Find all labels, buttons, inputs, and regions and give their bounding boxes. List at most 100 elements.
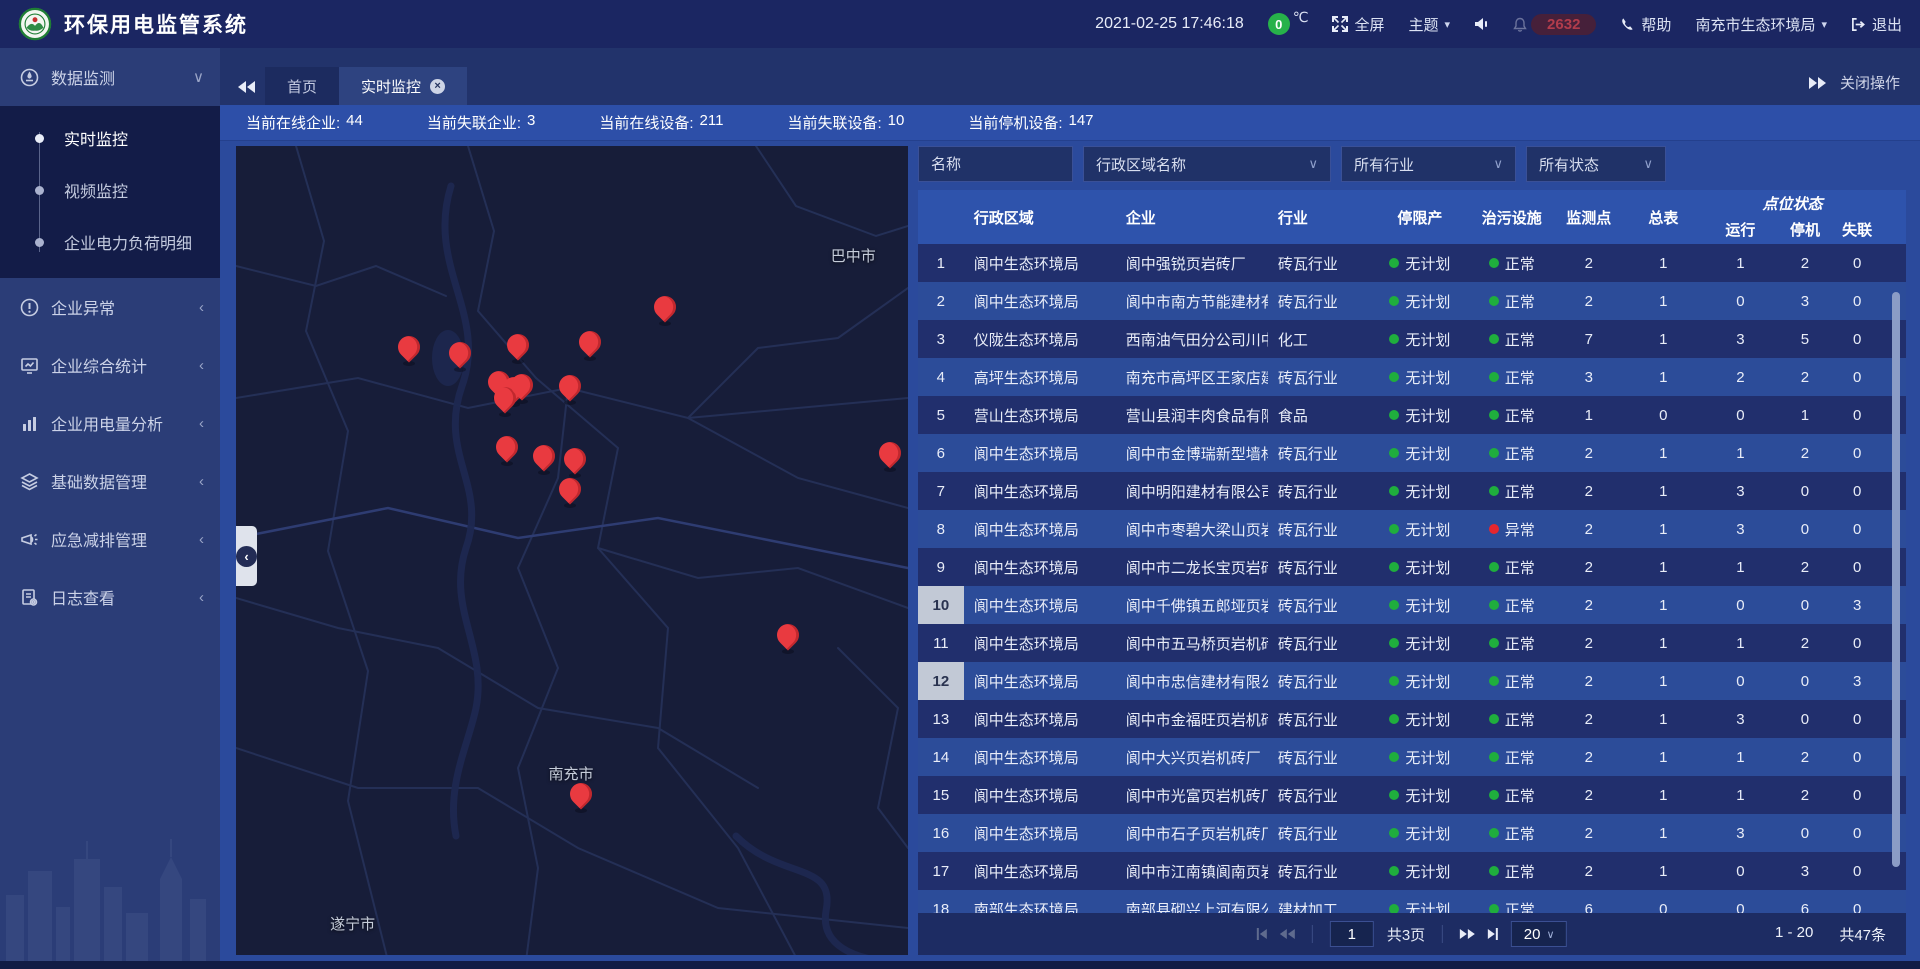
status-dot-icon [1389, 752, 1399, 762]
column-header-points: 监测点 [1554, 190, 1624, 244]
name-filter-input[interactable] [918, 146, 1073, 182]
cell-running: 1 [1703, 635, 1778, 652]
megaphone-icon [20, 530, 39, 549]
previous-page-button[interactable] [1280, 929, 1295, 939]
map-canvas[interactable]: 巴中市南充市遂宁市 ‹ [236, 146, 908, 955]
cell-total-meters: 0 [1624, 407, 1704, 424]
logout-button[interactable]: 退出 [1851, 14, 1902, 35]
cell-facility-status: 正常 [1470, 557, 1554, 578]
sidebar-item-label: 实时监控 [64, 126, 128, 150]
tabs-scroll-left-button[interactable] [238, 81, 255, 93]
notifications-badge[interactable]: 2632 [1513, 14, 1596, 35]
help-button[interactable]: 帮助 [1620, 14, 1671, 35]
fullscreen-button[interactable]: 全屏 [1332, 14, 1384, 35]
sidebar-item-data-monitoring[interactable]: 数据监测 ∨ [0, 48, 220, 106]
status-dot-icon [1489, 600, 1499, 610]
sidebar-item-company-abnormal[interactable]: 企业异常 ‹ [0, 278, 220, 336]
status-dot-icon [1489, 448, 1499, 458]
stat-label: 当前在线设备: [599, 112, 693, 133]
table-row[interactable]: 3仪陇生态环境局西南油气田分公司川中化工无计划正常71350 [918, 320, 1906, 358]
industry-filter-select[interactable]: 所有行业 ∨ [1341, 146, 1516, 182]
cell-company: 阆中市枣碧大梁山页岩 [1116, 519, 1268, 540]
cell-running: 3 [1703, 521, 1778, 538]
row-number: 4 [918, 358, 964, 396]
cell-industry: 砖瓦行业 [1268, 709, 1370, 730]
map-city-label: 遂宁市 [330, 913, 375, 934]
status-filter-select[interactable]: 所有状态 ∨ [1526, 146, 1666, 182]
page-size-select[interactable]: 20 ∨ [1511, 921, 1567, 947]
map-collapse-button[interactable]: ‹ [236, 526, 257, 586]
stat-offline-devices: 当前失联设备: 10 [787, 112, 904, 133]
table-scrollbar[interactable] [1892, 292, 1900, 867]
tabs-scroll-right-button[interactable] [1809, 77, 1826, 89]
map-city-label: 南充市 [548, 763, 593, 784]
cell-company: 营山县润丰肉食品有限 [1116, 405, 1268, 426]
cell-facility-status: 正常 [1470, 443, 1554, 464]
tab-home[interactable]: 首页 [265, 67, 339, 105]
sidebar-item-video-monitoring[interactable]: 视频监控 [0, 164, 220, 216]
cell-stopped: 2 [1778, 369, 1833, 386]
org-menu[interactable]: 南充市生态环境局 ▾ [1695, 14, 1827, 35]
log-document-icon [20, 588, 39, 607]
row-number: 16 [918, 814, 964, 852]
page-number-input[interactable]: 1 [1330, 921, 1374, 947]
table-row[interactable]: 16阆中生态环境局阆中市石子页岩机砖厂砖瓦行业无计划正常21300 [918, 814, 1906, 852]
table-row[interactable]: 15阆中生态环境局阆中市光富页岩机砖厂砖瓦行业无计划正常21120 [918, 776, 1906, 814]
table-row[interactable]: 11阆中生态环境局阆中市五马桥页岩机砖砖瓦行业无计划正常21120 [918, 624, 1906, 662]
cell-limit-status: 无计划 [1370, 443, 1469, 464]
sidebar-item-base-data[interactable]: 基础数据管理 ‹ [0, 452, 220, 510]
cell-disconnected: 0 [1832, 749, 1882, 766]
cell-company: 阆中市二龙长宝页岩砖 [1116, 557, 1268, 578]
table-row[interactable]: 17阆中生态环境局阆中市江南镇阆南页岩砖瓦行业无计划正常21030 [918, 852, 1906, 890]
table-row[interactable]: 12阆中生态环境局阆中市忠信建材有限公砖瓦行业无计划正常21003 [918, 662, 1906, 700]
table-row[interactable]: 14阆中生态环境局阆中大兴页岩机砖厂砖瓦行业无计划正常21120 [918, 738, 1906, 776]
last-page-button[interactable] [1488, 928, 1498, 940]
sidebar-item-label: 应急减排管理 [51, 527, 187, 551]
cell-monitor-points: 2 [1554, 749, 1624, 766]
table-row[interactable]: 1阆中生态环境局阆中强锐页岩砖厂砖瓦行业无计划正常21120 [918, 244, 1906, 282]
table-row[interactable]: 6阆中生态环境局阆中市金博瑞新型墙材砖瓦行业无计划正常21120 [918, 434, 1906, 472]
sidebar-item-emergency-reduction[interactable]: 应急减排管理 ‹ [0, 510, 220, 568]
top-header: 环保用电监管系统 2021-02-25 17:46:18 0 ℃ 全屏 主题 ▾ [0, 0, 1920, 48]
cell-limit-status: 无计划 [1370, 861, 1469, 882]
help-label: 帮助 [1641, 14, 1671, 35]
next-page-button[interactable] [1460, 929, 1475, 939]
status-dot-icon [1489, 334, 1499, 344]
stat-value: 211 [700, 112, 724, 133]
first-page-button[interactable] [1257, 928, 1267, 940]
cell-facility-status: 正常 [1470, 823, 1554, 844]
close-operations-button[interactable]: 关闭操作 [1840, 72, 1900, 93]
table-row[interactable]: 7阆中生态环境局阆中明阳建材有限公司砖瓦行业无计划正常21300 [918, 472, 1906, 510]
cell-region: 阆中生态环境局 [964, 747, 1116, 768]
sidebar-item-power-load-detail[interactable]: 企业电力负荷明细 [0, 216, 220, 268]
theme-menu[interactable]: 主题 ▾ [1409, 14, 1451, 35]
table-row[interactable]: 10阆中生态环境局阆中千佛镇五郎垭页岩砖瓦行业无计划正常21003 [918, 586, 1906, 624]
sidebar-item-power-analysis[interactable]: 企业用电量分析 ‹ [0, 394, 220, 452]
cell-region: 营山生态环境局 [964, 405, 1116, 426]
status-dot-icon [1389, 334, 1399, 344]
table-row[interactable]: 8阆中生态环境局阆中市枣碧大梁山页岩砖瓦行业无计划异常21300 [918, 510, 1906, 548]
table-row[interactable]: 18南部生态环境局南部县砌兴上河有限公建材加工无计划正常60060 [918, 890, 1906, 913]
tab-close-icon[interactable]: × [430, 79, 445, 94]
pagination-bar: 1 共3页 20 ∨ 1 - 20 共47条 [918, 913, 1906, 955]
cell-monitor-points: 2 [1554, 521, 1624, 538]
cell-region: 阆中生态环境局 [964, 785, 1116, 806]
sidebar-item-realtime-monitoring[interactable]: 实时监控 [0, 112, 220, 164]
table-row[interactable]: 4高坪生态环境局南充市高坪区王家店建砖瓦行业无计划正常31220 [918, 358, 1906, 396]
cell-region: 阆中生态环境局 [964, 595, 1116, 616]
table-row[interactable]: 9阆中生态环境局阆中市二龙长宝页岩砖砖瓦行业无计划正常21120 [918, 548, 1906, 586]
cell-monitor-points: 3 [1554, 369, 1624, 386]
tab-realtime-monitoring[interactable]: 实时监控 × [339, 67, 467, 105]
region-filter-select[interactable]: 行政区域名称 ∨ [1083, 146, 1331, 182]
table-row[interactable]: 5营山生态环境局营山县润丰肉食品有限食品无计划正常10010 [918, 396, 1906, 434]
table-row[interactable]: 13阆中生态环境局阆中市金福旺页岩机砖砖瓦行业无计划正常21300 [918, 700, 1906, 738]
table-row[interactable]: 2阆中生态环境局阆中市南方节能建材有砖瓦行业无计划正常21030 [918, 282, 1906, 320]
cell-total-meters: 1 [1624, 293, 1704, 310]
cell-facility-status: 正常 [1470, 595, 1554, 616]
sidebar-item-company-statistics[interactable]: 企业综合统计 ‹ [0, 336, 220, 394]
cell-disconnected: 0 [1832, 559, 1882, 576]
double-left-arrow-icon [238, 81, 255, 93]
sidebar-item-log-view[interactable]: 日志查看 ‹ [0, 568, 220, 626]
total-pages-label: 共3页 [1387, 924, 1425, 945]
mute-button[interactable] [1474, 17, 1489, 31]
